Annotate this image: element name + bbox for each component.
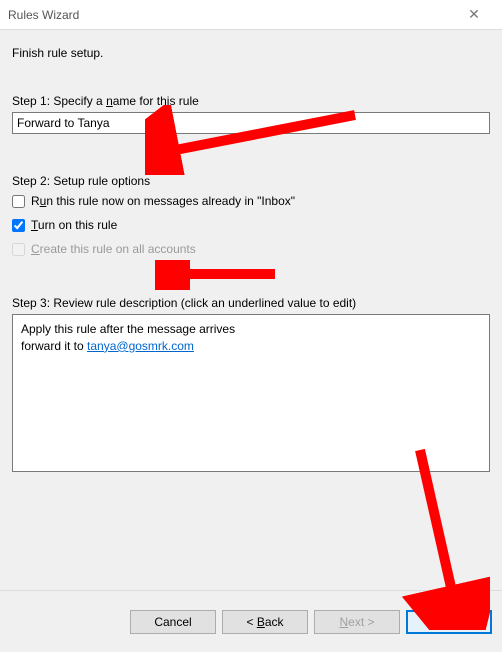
turn-on-checkbox-row[interactable]: Turn on this rule (12, 218, 490, 232)
titlebar: Rules Wizard ✕ (0, 0, 502, 30)
run-now-checkbox-row[interactable]: Run this rule now on messages already in… (12, 194, 490, 208)
finish-button[interactable]: Finish (406, 610, 492, 634)
dialog-body: Finish rule setup. Step 1: Specify a nam… (0, 30, 502, 590)
page-heading: Finish rule setup. (12, 46, 490, 60)
forward-recipient-link[interactable]: tanya@gosmrk.com (87, 339, 194, 353)
back-button[interactable]: < Back (222, 610, 308, 634)
close-button[interactable]: ✕ (454, 1, 494, 29)
desc-line2-pre: forward it to (21, 339, 87, 353)
step3-label: Step 3: Review rule description (click a… (12, 296, 490, 310)
close-icon: ✕ (468, 6, 480, 23)
step2-label: Step 2: Setup rule options (12, 174, 490, 188)
next-button: Next > (314, 610, 400, 634)
rule-name-input[interactable] (12, 112, 490, 134)
step1-label: Step 1: Specify a name for this rule (12, 94, 490, 108)
turn-on-checkbox[interactable] (12, 219, 25, 232)
cancel-button[interactable]: Cancel (130, 610, 216, 634)
step1-label-accesskey: n (106, 94, 113, 108)
create-all-accounts-row: Create this rule on all accounts (12, 242, 490, 256)
turn-on-label: Turn on this rule (31, 218, 117, 232)
create-all-accounts-label: Create this rule on all accounts (31, 242, 196, 256)
create-all-accounts-checkbox (12, 243, 25, 256)
window-title: Rules Wizard (8, 8, 454, 22)
step1-label-post: ame for this rule (113, 94, 199, 108)
run-now-label: Run this rule now on messages already in… (31, 194, 295, 208)
rule-description-box[interactable]: Apply this rule after the message arrive… (12, 314, 490, 472)
desc-line2: forward it to tanya@gosmrk.com (21, 338, 481, 355)
desc-line1: Apply this rule after the message arrive… (21, 321, 481, 338)
step1-label-pre: Step 1: Specify a (12, 94, 106, 108)
run-now-checkbox[interactable] (12, 195, 25, 208)
button-bar: Cancel < Back Next > Finish (0, 590, 502, 652)
